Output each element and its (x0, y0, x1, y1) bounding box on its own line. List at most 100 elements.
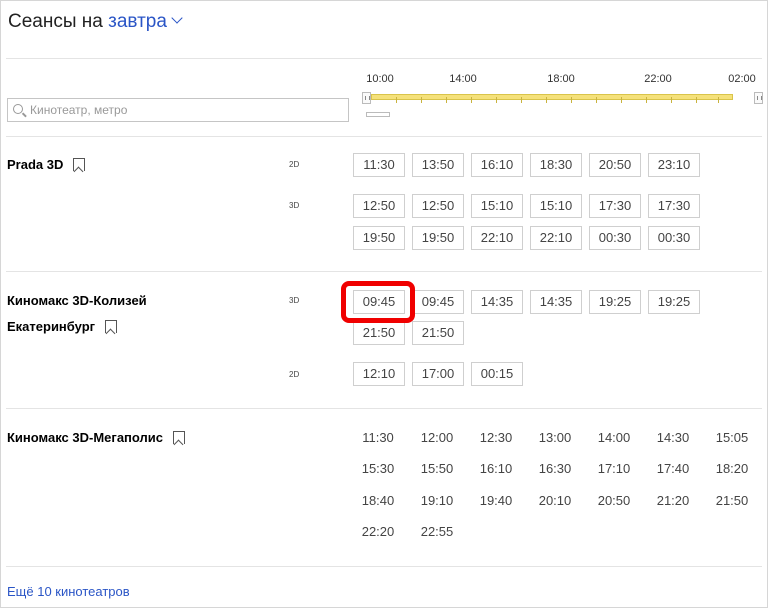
showtime-link[interactable]: 17:10 (598, 461, 631, 476)
day-selector[interactable]: завтра (108, 11, 183, 32)
time-range-bar (371, 94, 733, 103)
showtime-button[interactable]: 12:50 (412, 194, 464, 218)
title-text: Сеансы на (8, 11, 103, 32)
showtime-link[interactable]: 21:50 (716, 493, 749, 508)
timeline-label: 22:00 (644, 73, 672, 85)
timeline-tick (646, 97, 647, 103)
bookmark-icon[interactable] (173, 431, 185, 444)
showtime-button[interactable]: 19:25 (589, 290, 641, 314)
showtime-button[interactable]: 20:50 (589, 153, 641, 177)
showtime-link[interactable]: 14:30 (657, 430, 690, 445)
showtime-button[interactable]: 12:10 (353, 362, 405, 386)
showtime-link[interactable]: 15:30 (362, 461, 395, 476)
showtime-button[interactable]: 14:35 (530, 290, 582, 314)
showtime-button[interactable]: 11:30 (353, 153, 405, 177)
showtime-button[interactable]: 22:10 (530, 226, 582, 250)
divider (6, 58, 762, 59)
showtime-link[interactable]: 15:50 (421, 461, 454, 476)
showtime-button[interactable]: 12:50 (353, 194, 405, 218)
page-title: Сеансы на завтра (8, 11, 183, 33)
showtime-link[interactable]: 16:30 (539, 461, 572, 476)
divider (6, 566, 762, 567)
showtime-link[interactable]: 11:30 (362, 430, 394, 445)
cinema-name-text: Киномакс 3D-Колизей (7, 293, 147, 308)
showtime-button[interactable]: 13:50 (412, 153, 464, 177)
showtime-button[interactable]: 00:15 (471, 362, 523, 386)
showtime-button[interactable]: 14:35 (471, 290, 523, 314)
time-range-slider[interactable] (362, 92, 764, 104)
format-label: 2D (289, 370, 300, 379)
showtime-link[interactable]: 20:50 (598, 493, 631, 508)
showtime-button[interactable]: 18:30 (530, 153, 582, 177)
cinema-name[interactable]: Киномакс 3D-Мегаполис (7, 425, 185, 451)
showtime-link[interactable]: 17:40 (657, 461, 690, 476)
showtime-button[interactable]: 00:30 (648, 226, 700, 250)
timeline-tick (421, 97, 422, 103)
timeline-tick (696, 97, 697, 103)
bookmark-icon[interactable] (73, 158, 86, 171)
timeline-mini-handle[interactable] (366, 112, 390, 117)
showtime-link[interactable]: 18:20 (716, 461, 749, 476)
timeline-label: 02:00 (728, 73, 756, 85)
highlight-box (341, 281, 415, 323)
search-input[interactable] (30, 101, 340, 119)
format-label: 3D (289, 201, 300, 210)
cinema-name-text: Екатеринбург (7, 319, 96, 334)
cinema-name[interactable]: Киномакс 3D-Колизей Екатеринбург (7, 288, 147, 340)
timeline-tick (396, 97, 397, 103)
timeline-tick (546, 97, 547, 103)
cinema-name-text: Prada 3D (7, 157, 64, 172)
range-start-handle[interactable] (362, 92, 371, 104)
showtime-link[interactable]: 20:10 (539, 493, 572, 508)
showtime-link[interactable]: 14:00 (598, 430, 631, 445)
timeline-tick (471, 97, 472, 103)
showtime-button[interactable]: 22:10 (471, 226, 523, 250)
divider (6, 408, 762, 409)
timeline-label: 10:00 (366, 73, 394, 85)
showtime-link[interactable]: 19:10 (421, 493, 454, 508)
showtime-button[interactable]: 21:50 (412, 321, 464, 345)
showtime-link[interactable]: 21:20 (657, 493, 690, 508)
showtime-button[interactable]: 17:00 (412, 362, 464, 386)
cinema-name-text: Киномакс 3D-Мегаполис (7, 430, 163, 445)
showtime-link[interactable]: 13:00 (539, 430, 572, 445)
showtime-button[interactable]: 16:10 (471, 153, 523, 177)
showtime-link[interactable]: 22:20 (362, 524, 395, 539)
range-end-handle[interactable] (754, 92, 763, 104)
bookmark-icon[interactable] (105, 320, 118, 333)
format-label: 3D (289, 296, 300, 305)
timeline-tick (521, 97, 522, 103)
showtime-button[interactable]: 00:30 (589, 226, 641, 250)
showtime-button[interactable]: 15:10 (530, 194, 582, 218)
timeline-tick (571, 97, 572, 103)
timeline-label: 18:00 (547, 73, 575, 85)
timeline-tick (446, 97, 447, 103)
timeline-tick (621, 97, 622, 103)
showtime-link[interactable]: 12:30 (480, 430, 513, 445)
showtime-button[interactable]: 17:30 (648, 194, 700, 218)
showtime-button[interactable]: 17:30 (589, 194, 641, 218)
showtime-button[interactable]: 19:50 (353, 226, 405, 250)
showtime-link[interactable]: 12:00 (421, 430, 454, 445)
showtime-link[interactable]: 19:40 (480, 493, 513, 508)
timeline-tick (718, 97, 719, 103)
showtime-link[interactable]: 16:10 (480, 461, 513, 476)
showtime-button[interactable]: 09:45 (412, 290, 464, 314)
showtime-button[interactable]: 15:10 (471, 194, 523, 218)
cinema-name[interactable]: Prada 3D (7, 152, 86, 178)
chevron-down-icon (171, 12, 183, 24)
showtime-link[interactable]: 22:55 (421, 524, 454, 539)
timeline-tick (671, 97, 672, 103)
showtime-link[interactable]: 18:40 (362, 493, 395, 508)
more-cinemas-link[interactable]: Ещё 10 кинотеатров (7, 584, 130, 599)
showtime-link[interactable]: 15:05 (716, 430, 749, 445)
showtime-button[interactable]: 21:50 (353, 321, 405, 345)
showtime-button[interactable]: 19:25 (648, 290, 700, 314)
search-box[interactable] (7, 98, 349, 122)
timeline-tick (496, 97, 497, 103)
divider (6, 136, 762, 137)
format-label: 2D (289, 160, 300, 169)
day-selector-label: завтра (108, 11, 167, 32)
showtime-button[interactable]: 23:10 (648, 153, 700, 177)
showtime-button[interactable]: 19:50 (412, 226, 464, 250)
